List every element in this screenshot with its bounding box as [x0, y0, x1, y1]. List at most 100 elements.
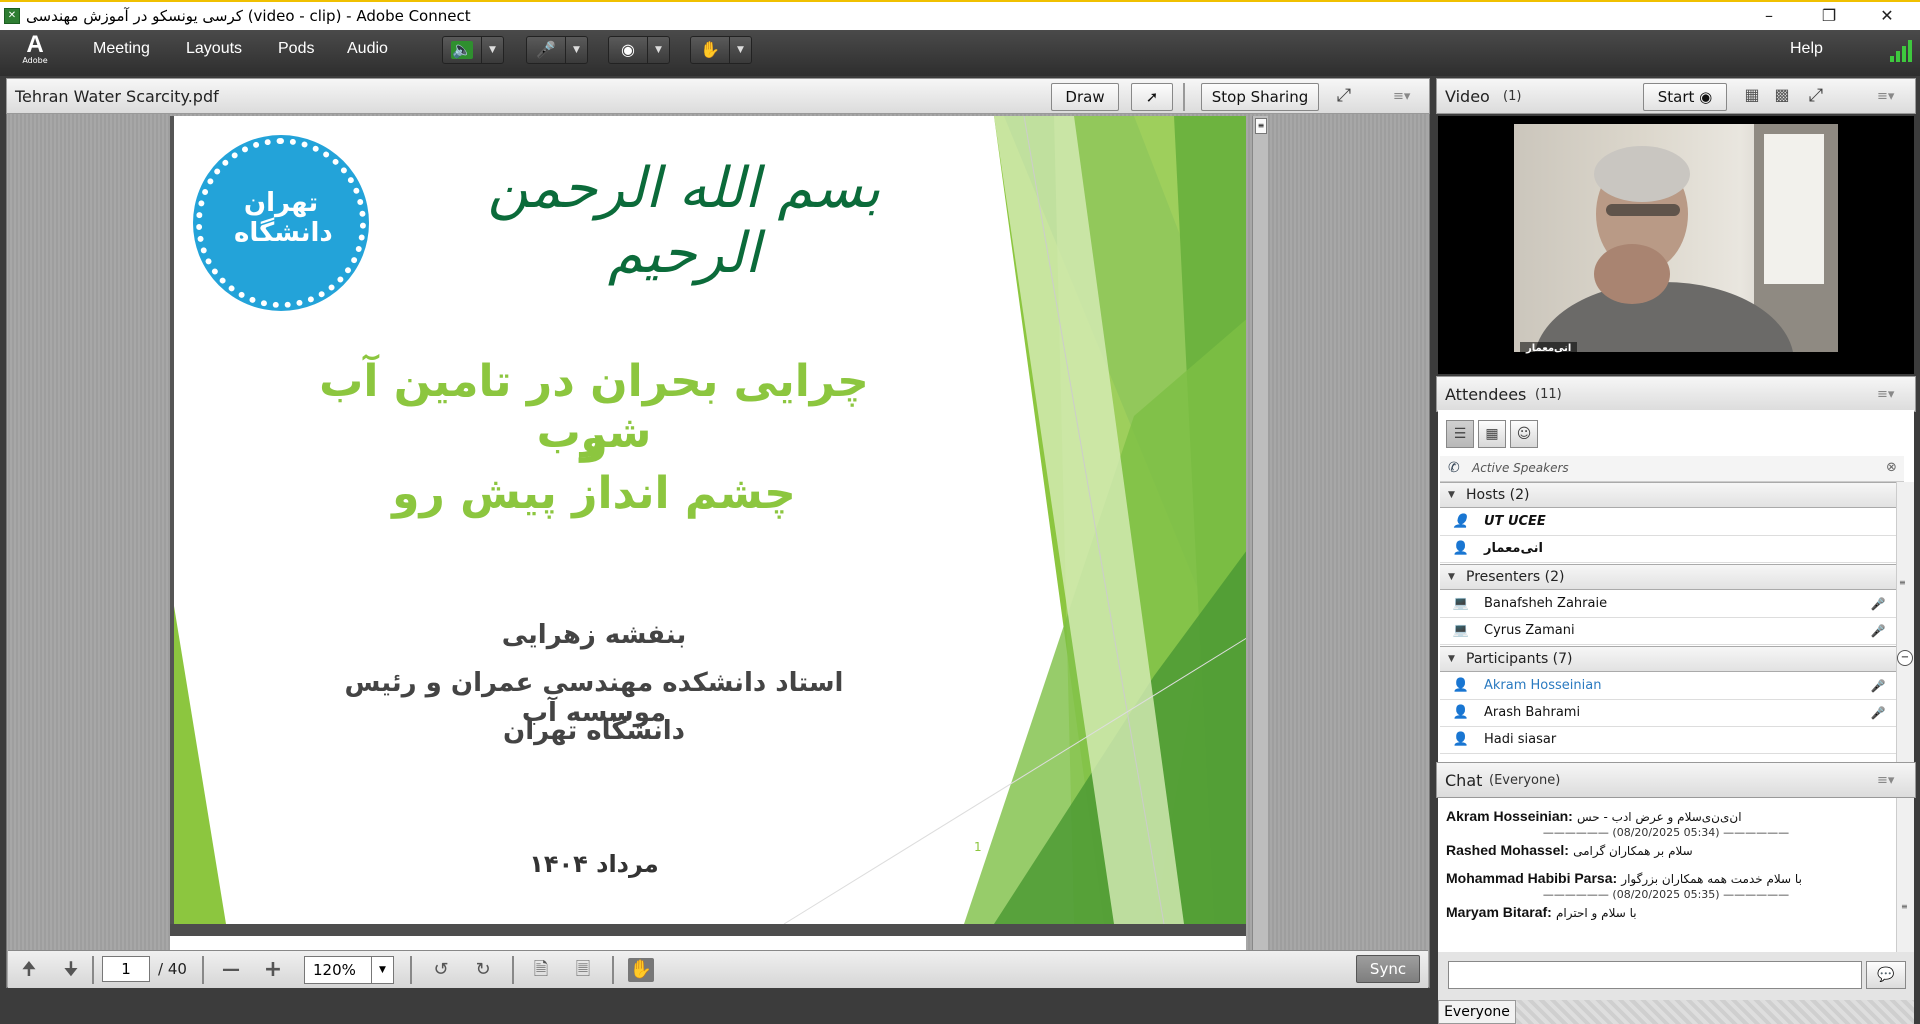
grid-view-icon[interactable]: ▦ — [1739, 85, 1765, 109]
list-item[interactable]: 💻 Cyrus Zamani 🎤 — [1440, 618, 1896, 645]
pod-options-menu-icon[interactable]: ≡▾ — [1393, 89, 1410, 104]
presenter-icon: 💻 — [1452, 623, 1470, 638]
share-vertical-scrollbar[interactable]: ≡ — [1252, 116, 1268, 950]
webcam-feed — [1514, 124, 1838, 352]
chat-message: Rashed Mohassel: سلام بر همکاران گرامی — [1446, 842, 1693, 858]
raise-hand-icon: ✋ — [700, 40, 720, 59]
list-item[interactable]: 👤 Akram Hosseinian 🎤 — [1440, 673, 1896, 700]
webcam-participant-name: انی‌معمار — [1520, 342, 1578, 355]
menu-layouts[interactable]: Layouts — [186, 40, 242, 58]
divider — [410, 956, 412, 984]
fullscreen-icon[interactable]: ⤢ — [1803, 85, 1829, 109]
close-icon[interactable]: ⊗ — [1886, 460, 1897, 475]
menu-meeting[interactable]: Meeting — [93, 40, 150, 58]
stop-sharing-button[interactable]: Stop Sharing — [1201, 83, 1319, 111]
pod-options-menu-icon[interactable]: ≡▾ — [1877, 773, 1894, 788]
chat-message-input[interactable] — [1448, 961, 1862, 989]
active-speakers-bar: ✆ Active Speakers ⊗ — [1440, 456, 1904, 482]
presenters-section-header[interactable]: Presenters (2) — [1440, 564, 1896, 590]
speaker-button[interactable]: 🔈 ▼ — [442, 36, 504, 64]
breakout-view-icon[interactable]: ▦ — [1478, 420, 1506, 448]
webcam-person-image — [1535, 124, 1838, 352]
chevron-down-icon[interactable]: ▼ — [565, 37, 587, 63]
share-file-name: Tehran Water Scarcity.pdf — [15, 87, 219, 106]
microphone-icon: 🎤 — [1870, 679, 1886, 693]
fit-width-icon[interactable]: 🗎 — [528, 958, 554, 982]
chat-tab-everyone[interactable]: Everyone — [1438, 1000, 1516, 1024]
rotate-right-icon[interactable]: ↻ — [470, 958, 496, 982]
start-webcam-button[interactable]: Start ◉ — [1643, 83, 1727, 111]
webcam-icon: ◉ — [621, 40, 635, 59]
attendees-scrollbar[interactable]: ≡ − — [1896, 482, 1914, 762]
scroll-thumb[interactable]: ≡ — [1901, 902, 1911, 912]
chevron-down-icon[interactable]: ▼ — [647, 37, 669, 63]
list-item[interactable]: 💻 Banafsheh Zahraie 🎤 — [1440, 591, 1896, 618]
video-pod-title: Video — [1445, 87, 1490, 106]
rotate-left-icon[interactable]: ↺ — [428, 958, 454, 982]
divider — [92, 956, 94, 984]
sync-button[interactable]: Sync — [1356, 955, 1420, 983]
chevron-down-icon[interactable]: ▼ — [729, 37, 751, 63]
participant-icon: 👤 — [1452, 705, 1470, 720]
minimize-button[interactable]: – — [1746, 4, 1792, 28]
help-menu[interactable]: Help — [1790, 40, 1823, 58]
speech-bubble-icon: 💬 — [1877, 967, 1895, 983]
participants-section-header[interactable]: Participants (7) — [1440, 646, 1896, 672]
app-icon: ✕ — [4, 8, 20, 24]
maximize-button[interactable]: ❐ — [1806, 4, 1852, 28]
divider — [1183, 83, 1185, 111]
slide-presenter-name: بنفشه زهرایی — [501, 620, 687, 650]
pod-options-menu-icon[interactable]: ≡▾ — [1877, 387, 1894, 402]
pointer-button[interactable]: ➚ — [1131, 83, 1173, 111]
window-title-bar: ✕ کرسی یونسکو در آموزش مهندسی (video - c… — [0, 0, 1920, 30]
share-pod-header: Tehran Water Scarcity.pdf Draw ➚ Stop Sh… — [6, 78, 1430, 114]
list-item[interactable]: 👤 UT UCEE — [1440, 509, 1896, 536]
zoom-out-icon[interactable]: — — [218, 958, 244, 982]
chat-message: Akram Hosseinian: ان‌ی‌ن‌ی‌سلام و عرض اد… — [1446, 808, 1742, 824]
previous-page-icon[interactable]: 🠉 — [16, 958, 42, 982]
list-item[interactable]: 👤 Arash Bahrami 🎤 — [1440, 700, 1896, 727]
scroll-handle[interactable]: − — [1897, 650, 1913, 666]
page-total: / 40 — [158, 960, 187, 978]
list-view-icon[interactable]: ☰ — [1446, 420, 1474, 448]
menu-pods[interactable]: Pods — [278, 40, 314, 58]
webcam-button[interactable]: ◉ ▼ — [608, 36, 670, 64]
page-number-input[interactable]: 1 — [102, 956, 150, 982]
microphone-button[interactable]: 🎤 ▼ — [526, 36, 588, 64]
draw-button[interactable]: Draw — [1051, 83, 1119, 111]
attendees-count: (11) — [1535, 387, 1562, 402]
zoom-select[interactable]: 120% ▼ — [304, 956, 394, 984]
chat-pod-title: Chat — [1445, 771, 1483, 790]
next-slide-edge — [170, 936, 1246, 950]
scroll-thumb[interactable]: ≡ — [1899, 578, 1911, 588]
zoom-in-icon[interactable]: + — [260, 958, 286, 982]
pod-options-menu-icon[interactable]: ≡▾ — [1877, 89, 1894, 104]
menu-audio[interactable]: Audio — [347, 40, 388, 58]
chat-scrollbar[interactable]: ≡ — [1896, 798, 1914, 952]
video-count: (1) — [1503, 89, 1522, 104]
host-icon: 👤 — [1452, 541, 1470, 556]
chevron-down-icon[interactable]: ▼ — [481, 37, 503, 63]
chat-message: Maryam Bitaraf: با سلام و احترام — [1446, 904, 1637, 920]
hosts-section-header[interactable]: Hosts (2) — [1440, 482, 1896, 508]
attendees-pod-title: Attendees — [1445, 385, 1527, 404]
chevron-down-icon[interactable]: ▼ — [371, 957, 393, 983]
close-button[interactable]: ✕ — [1864, 4, 1910, 28]
raise-hand-button[interactable]: ✋ ▼ — [690, 36, 752, 64]
slide-page: تهران دانشگاه بسم الله الرحمن الرحیم چرا… — [170, 116, 1246, 924]
fit-page-icon[interactable]: 🗏 — [570, 958, 596, 982]
microphone-muted-icon: 🎤 — [1870, 706, 1886, 720]
send-message-button[interactable]: 💬 — [1866, 961, 1906, 989]
fullscreen-icon[interactable]: ⤢ — [1331, 85, 1357, 109]
list-item[interactable]: 👤 Hadi siasar — [1440, 727, 1896, 754]
hand-tool-icon[interactable]: ✋ — [628, 958, 654, 982]
scroll-thumb[interactable]: ≡ — [1255, 118, 1267, 134]
participant-icon: 👤 — [1452, 678, 1470, 693]
next-page-icon[interactable]: 🠋 — [58, 958, 84, 982]
active-speakers-label: Active Speakers — [1472, 461, 1569, 475]
list-item[interactable]: 👤 انی‌معمار — [1440, 536, 1896, 563]
chat-pod-header: Chat (Everyone) ≡▾ — [1436, 762, 1916, 798]
filmstrip-view-icon[interactable]: ▩ — [1769, 85, 1795, 109]
webcam-icon: ◉ — [1699, 88, 1713, 106]
status-view-icon[interactable]: ☺ — [1510, 420, 1538, 448]
